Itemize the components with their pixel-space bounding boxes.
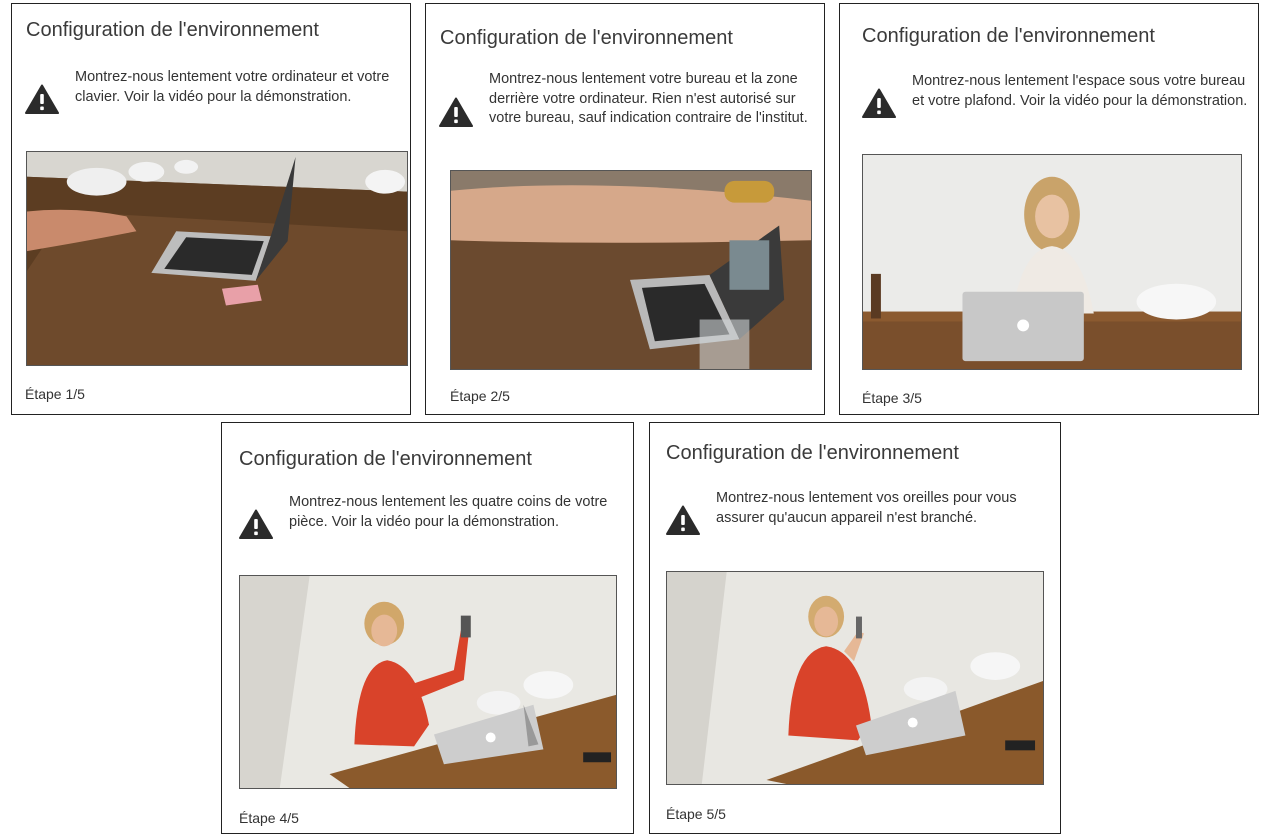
warning-triangle-icon	[25, 84, 59, 114]
video-frame-desk-area	[451, 171, 811, 369]
demo-video[interactable]	[26, 151, 408, 366]
demo-video[interactable]	[862, 154, 1242, 370]
warning-triangle-icon	[239, 509, 273, 539]
card-title: Configuration de l'environnement	[862, 25, 1155, 47]
demo-video[interactable]	[666, 571, 1044, 785]
step-indicator: Étape 1/5	[25, 386, 85, 402]
instruction-text: Montrez-nous lentement les quatre coins …	[289, 494, 608, 530]
video-frame-laptop-keyboard	[27, 152, 407, 365]
instruction-text: Montrez-nous lentement votre ordinateur …	[75, 69, 390, 105]
video-frame-woman-ears	[667, 572, 1043, 784]
setup-card-step-1: Configuration de l'environnement Montrez…	[11, 3, 411, 415]
warning-triangle-icon	[862, 88, 896, 118]
demo-video[interactable]	[239, 575, 617, 789]
warning-triangle-icon	[439, 97, 473, 127]
card-title: Configuration de l'environnement	[666, 442, 959, 464]
setup-card-step-5: Configuration de l'environnement Montrez…	[649, 422, 1061, 834]
instruction-text: Montrez-nous lentement votre bureau et l…	[489, 71, 808, 126]
demo-video[interactable]	[450, 170, 812, 370]
setup-card-step-4: Configuration de l'environnement Montrez…	[221, 422, 634, 834]
video-frame-woman-laptop	[863, 155, 1241, 369]
instruction-text: Montrez-nous lentement l'espace sous vot…	[912, 73, 1248, 109]
video-frame-woman-phone-corners	[240, 576, 616, 788]
setup-card-step-2: Configuration de l'environnement Montrez…	[425, 3, 825, 415]
card-title: Configuration de l'environnement	[26, 19, 319, 41]
warning-row: Montrez-nous lentement vos oreilles pour…	[666, 489, 1050, 559]
step-indicator: Étape 3/5	[862, 390, 922, 406]
instruction-text: Montrez-nous lentement vos oreilles pour…	[716, 490, 1017, 526]
step-indicator: Étape 4/5	[239, 810, 299, 826]
setup-card-step-3: Configuration de l'environnement Montrez…	[839, 3, 1259, 415]
warning-row: Montrez-nous lentement les quatre coins …	[239, 493, 623, 563]
step-indicator: Étape 2/5	[450, 388, 510, 404]
warning-row: Montrez-nous lentement votre bureau et l…	[439, 70, 814, 160]
card-title: Configuration de l'environnement	[440, 27, 733, 49]
warning-row: Montrez-nous lentement l'espace sous vot…	[862, 72, 1248, 142]
step-indicator: Étape 5/5	[666, 806, 726, 822]
warning-row: Montrez-nous lentement votre ordinateur …	[25, 68, 400, 138]
warning-triangle-icon	[666, 505, 700, 535]
card-title: Configuration de l'environnement	[239, 448, 532, 470]
